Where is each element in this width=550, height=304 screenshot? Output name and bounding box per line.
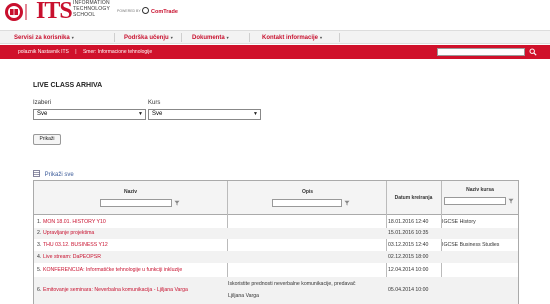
kurs-select[interactable]: Sve ▼ — [148, 109, 261, 120]
chevron-down-icon: ▾ — [170, 35, 173, 40]
chevron-down-icon: ▾ — [320, 35, 323, 40]
row-title-link[interactable]: Upravljanje projektima — [43, 230, 94, 236]
row-title-link[interactable]: THU 03.12. BUSINESS Y12 — [43, 242, 108, 248]
dropdown-arrow-icon: ▼ — [253, 111, 258, 117]
user-name[interactable]: Nastavnik ITS — [38, 49, 69, 55]
izaberi-label: Izaberi — [33, 100, 52, 106]
row-title-link[interactable]: KONFERENCIJA: Informatičke tehnologije u… — [43, 267, 182, 273]
izaberi-select[interactable]: Sve ▼ — [33, 109, 146, 120]
header-opis[interactable]: Opis — [228, 189, 387, 195]
grid-view-icon — [33, 170, 40, 177]
chevron-down-icon: ▾ — [71, 35, 74, 40]
nav-divider — [114, 33, 115, 42]
chevron-down-icon: ▾ — [226, 35, 229, 40]
header: ITS INFORMATION TECHNOLOGY SCHOOL POWERE… — [0, 0, 550, 28]
filter-icon[interactable] — [344, 200, 350, 206]
smer-label: Smer: Informacione tehnologije — [82, 49, 153, 55]
table-row: 6. Emitovanje seminara: Neverbalna komun… — [34, 277, 518, 304]
prikazi-button[interactable]: Prikaži — [33, 134, 61, 145]
main-nav: Servisi za korisnika ▾ Podrška učenju ▾ Do… — [0, 30, 550, 44]
nav-item-dokumenta[interactable]: Dokumenta ▾ — [192, 31, 229, 44]
kurs-label: Kurs — [148, 100, 161, 106]
nav-divider — [339, 33, 340, 42]
nav-item-podrska[interactable]: Podrška učenju ▾ — [124, 31, 173, 44]
powered-by-label: POWERED BY — [117, 9, 141, 13]
opis-filter-input[interactable] — [272, 199, 342, 207]
user-bar: polaznik Nastavnik ITS | Smer: Informaci… — [0, 45, 550, 59]
table-row: 2. Upravljanje projektima 15.01.2016 10:… — [34, 228, 518, 239]
table-row: 1. MON 18.01. HISTORY Y10 18.01.2016 12:… — [37, 219, 476, 225]
row-title-link[interactable]: Emitovanje seminara: Neverbalna komunika… — [43, 287, 188, 293]
search-icon[interactable] — [529, 48, 537, 56]
table-row: 3. THU 03.12. BUSINESS Y12 03.12.2015 12… — [37, 242, 500, 248]
nav-item-servisi[interactable]: Servisi za korisnika ▾ — [14, 31, 74, 44]
breadcrumb-separator: | — [75, 49, 77, 55]
table-header: Naziv Opis Datum kreiranja Naziv kursa — [34, 181, 518, 215]
row-title-link[interactable]: Live stream: DaPEOPSR — [43, 254, 101, 260]
header-naziv[interactable]: Naziv — [34, 189, 227, 195]
nav-divider — [181, 33, 182, 42]
nav-divider — [249, 33, 250, 42]
breadcrumb: polaznik Nastavnik ITS | Smer: Informaci… — [18, 45, 152, 59]
partner-logo: ComTrade — [142, 7, 178, 15]
naziv-filter-input[interactable] — [100, 199, 172, 207]
filter-icon[interactable] — [508, 198, 514, 204]
row-title-link[interactable]: MON 18.01. HISTORY Y10 — [43, 219, 106, 225]
school-crest-icon — [5, 3, 27, 21]
nav-item-kontakt[interactable]: Kontakt informacije ▾ — [262, 31, 322, 44]
show-all-link[interactable]: Prikaži sve — [33, 170, 74, 178]
filter-icon[interactable] — [174, 200, 180, 206]
header-kurs[interactable]: Naziv kursa — [442, 187, 518, 193]
search-input[interactable] — [437, 48, 525, 56]
table-row: 5. KONFERENCIJA: Informatičke tehnologij… — [37, 267, 429, 273]
user-role: polaznik — [18, 49, 37, 55]
logo-text[interactable]: ITS — [36, 0, 73, 25]
logo-subtitle: INFORMATION TECHNOLOGY SCHOOL — [73, 0, 111, 18]
table-row: 4. Live stream: DaPEOPSR 02.12.2015 18:0… — [34, 251, 518, 263]
header-datum[interactable]: Datum kreiranja — [386, 195, 441, 201]
kurs-filter-input[interactable] — [444, 197, 506, 205]
dropdown-arrow-icon: ▼ — [138, 111, 143, 117]
archive-table: Naziv Opis Datum kreiranja Naziv kursa 1… — [33, 180, 519, 304]
page-title: LIVE CLASS ARHIVA — [33, 82, 103, 89]
comtrade-icon — [142, 7, 149, 14]
